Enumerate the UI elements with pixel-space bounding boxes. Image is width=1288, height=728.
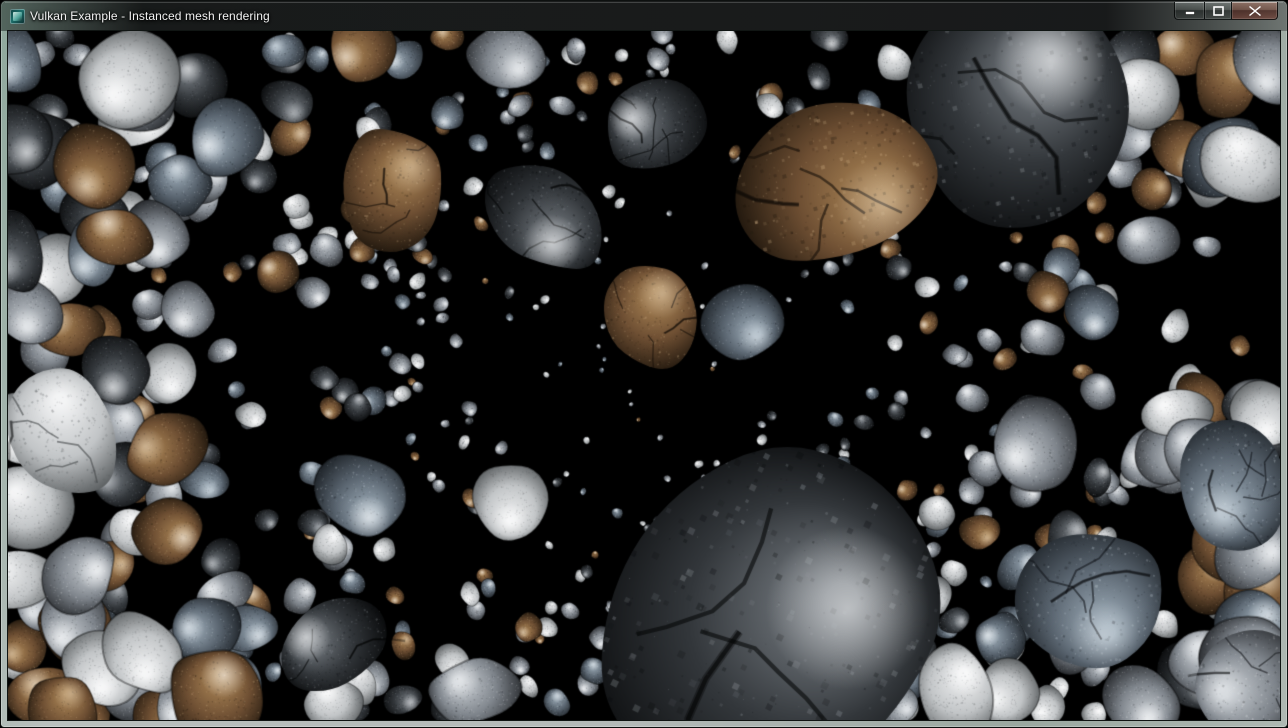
- maximize-button[interactable]: [1204, 2, 1232, 20]
- window-title: Vulkan Example - Instanced mesh renderin…: [30, 9, 270, 23]
- app-window: Vulkan Example - Instanced mesh renderin…: [0, 0, 1288, 728]
- title-bar[interactable]: Vulkan Example - Instanced mesh renderin…: [1, 1, 1287, 31]
- close-button[interactable]: [1232, 2, 1278, 20]
- window-controls: [1174, 2, 1278, 20]
- minimize-button[interactable]: [1174, 2, 1204, 20]
- scene-canvas[interactable]: [8, 31, 1280, 720]
- app-icon[interactable]: [10, 9, 25, 24]
- maximize-icon: [1213, 6, 1224, 16]
- render-viewport: [8, 31, 1280, 720]
- close-icon: [1249, 6, 1261, 16]
- minimize-icon: [1185, 6, 1195, 15]
